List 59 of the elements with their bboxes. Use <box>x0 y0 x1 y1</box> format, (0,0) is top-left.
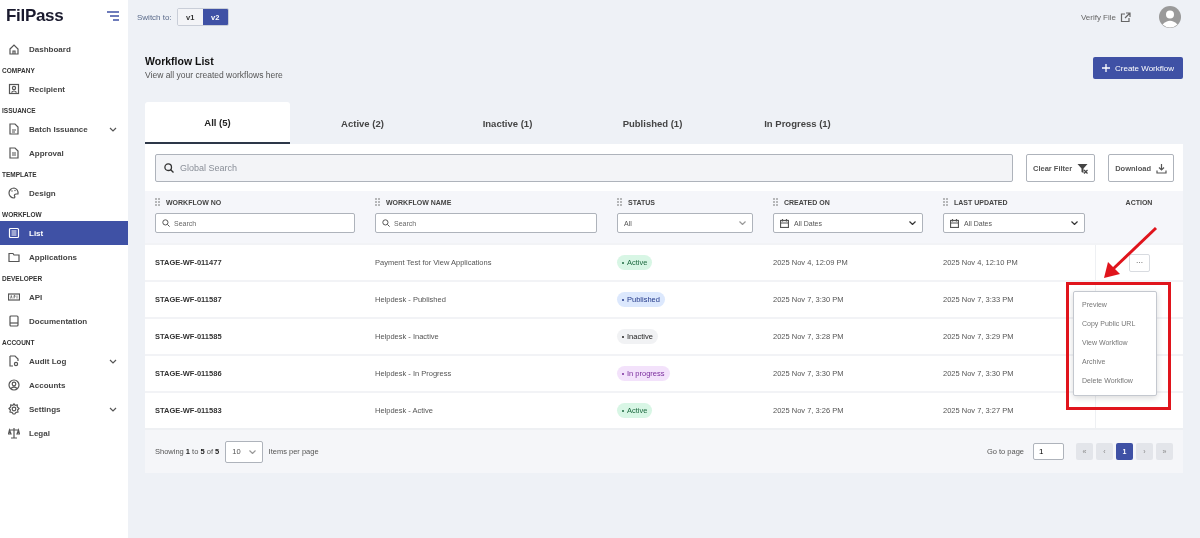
create-workflow-button[interactable]: Create Workflow <box>1093 57 1183 79</box>
document-search-icon <box>8 355 20 367</box>
book-icon <box>8 315 20 327</box>
chevron-down-icon <box>739 221 746 225</box>
page-title: Workflow List <box>145 55 215 67</box>
api-icon <box>8 291 20 303</box>
sidebar-item[interactable]: Dashboard <box>0 37 128 61</box>
user-circle-icon <box>8 379 20 391</box>
switch-label: Switch to: <box>137 12 172 22</box>
sidebar-item[interactable]: List <box>0 221 128 245</box>
home-icon <box>8 43 20 55</box>
drag-handle-icon <box>773 198 778 206</box>
drag-handle-icon <box>375 198 380 206</box>
chevron-down-icon <box>1071 221 1078 225</box>
document-icon <box>8 123 20 135</box>
logo: FilPass <box>6 6 64 26</box>
filter-tab[interactable]: Inactive (1) <box>435 102 580 144</box>
filter-tab[interactable]: In Progress (1) <box>725 102 870 144</box>
user-card-icon <box>8 83 20 95</box>
sidebar-item[interactable]: Documentation <box>0 309 128 333</box>
sidebar-item[interactable]: Legal <box>0 421 128 445</box>
sidebar-item[interactable]: Audit Log <box>0 349 128 373</box>
sidebar-item[interactable]: API <box>0 285 128 309</box>
download-icon <box>1156 162 1167 174</box>
external-link-icon <box>1120 11 1131 23</box>
document-icon <box>8 147 20 159</box>
page-subtitle: View all your created workflows here <box>145 70 283 80</box>
plus-icon <box>1102 64 1110 72</box>
calendar-icon <box>780 218 789 228</box>
filter-tab[interactable]: Published (1) <box>580 102 725 144</box>
drag-handle-icon <box>943 198 948 206</box>
chevron-down-icon <box>248 449 256 454</box>
search-icon <box>382 219 390 227</box>
drag-handle-icon <box>617 198 622 206</box>
verify-file-link[interactable]: Verify File <box>1080 11 1131 23</box>
avatar-icon <box>1159 6 1181 28</box>
folder-icon <box>8 251 20 263</box>
filter-clear-icon <box>1077 162 1089 174</box>
search-icon <box>164 163 174 173</box>
sidebar-item[interactable]: Approval <box>0 141 128 165</box>
global-search-field[interactable]: Global Search <box>155 154 1013 182</box>
filter-tab[interactable]: Active (2) <box>290 102 435 144</box>
sidebar-item[interactable]: Settings <box>0 397 128 421</box>
search-icon <box>162 219 170 227</box>
chevron-down-icon <box>909 221 916 225</box>
page-number-field[interactable]: 1 <box>1033 443 1064 460</box>
list-icon <box>8 227 20 239</box>
gear-icon <box>8 403 20 415</box>
palette-icon <box>8 187 20 199</box>
filter-tab[interactable]: All (5) <box>145 102 290 144</box>
menu-icon <box>107 11 119 21</box>
scales-icon <box>8 427 20 439</box>
sidebar-item[interactable]: Recipient <box>0 77 128 101</box>
sidebar-item[interactable]: Design <box>0 181 128 205</box>
sidebar-item[interactable]: Accounts <box>0 373 128 397</box>
sidebar-item[interactable]: Applications <box>0 245 128 269</box>
calendar-icon <box>950 218 959 228</box>
sidebar-item[interactable]: Batch Issuance <box>0 117 128 141</box>
drag-handle-icon <box>155 198 160 206</box>
